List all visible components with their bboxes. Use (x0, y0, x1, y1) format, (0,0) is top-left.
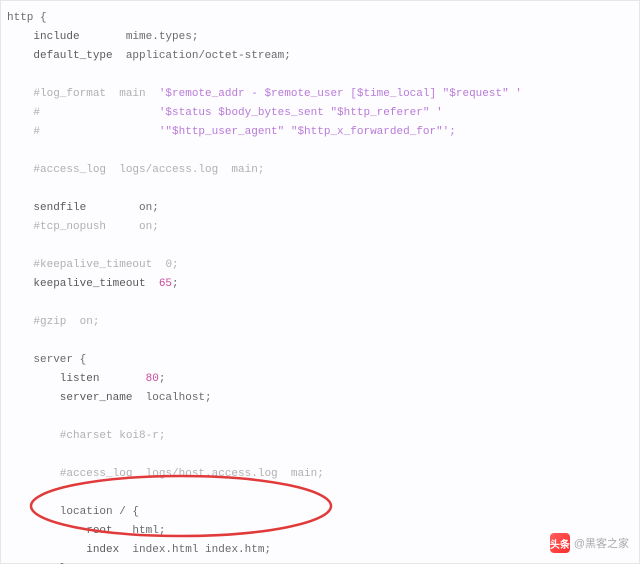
code-line: listen (7, 373, 146, 385)
code-line: root (7, 525, 132, 537)
comment-line: #gzip (7, 316, 80, 328)
comment-line: #charset koi8-r; (7, 430, 165, 442)
watermark: 头条 @黑客之家 (550, 533, 629, 553)
comment-line: # (7, 107, 159, 119)
comment-line: #log_format main (7, 88, 159, 100)
toutiao-logo-icon: 头条 (550, 533, 570, 553)
code-line: include (7, 31, 126, 43)
code-line: server_name (7, 392, 146, 404)
code-line: index (7, 544, 132, 556)
code-line: default_type (7, 50, 126, 62)
code-line: sendfile (7, 202, 139, 214)
comment-line: #keepalive_timeout (7, 259, 165, 271)
code-screenshot: http { include mime.types; default_type … (0, 0, 640, 564)
code-line: location / { (7, 506, 139, 518)
code-line: keepalive_timeout (7, 278, 159, 290)
comment-line: #access_log logs/host.access.log main; (7, 468, 324, 480)
comment-line: #access_log logs/access.log main; (7, 164, 264, 176)
code-line: http { (7, 12, 47, 24)
comment-line: #tcp_nopush (7, 221, 139, 233)
comment-line: # (7, 126, 159, 138)
nginx-config-code: http { include mime.types; default_type … (1, 1, 639, 564)
code-line: server { (7, 354, 86, 366)
watermark-handle: @黑客之家 (574, 535, 629, 551)
